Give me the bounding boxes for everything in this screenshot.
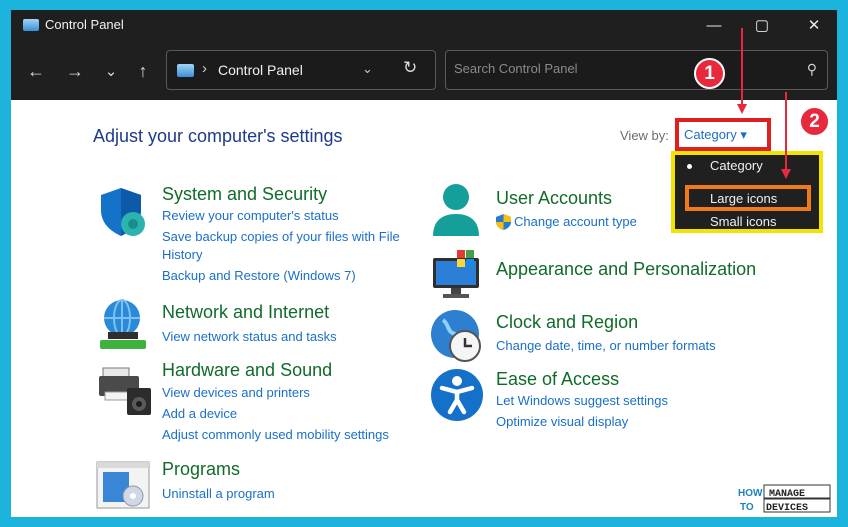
window-title: Control Panel — [45, 17, 124, 32]
shield-icon[interactable] — [97, 186, 149, 238]
search-input[interactable] — [454, 61, 774, 76]
link-mobility-settings[interactable]: Adjust commonly used mobility settings — [162, 427, 389, 442]
category-title-appearance-personalization[interactable]: Appearance and Personalization — [496, 259, 756, 280]
link-save-backup[interactable]: Save backup copies of your files with Fi… — [162, 229, 400, 244]
category-title-hardware-and-sound[interactable]: Hardware and Sound — [162, 360, 332, 381]
view-by-menu: Category Large icons Small icons — [671, 151, 823, 233]
svg-text:TO: TO — [740, 502, 754, 513]
menu-item-category[interactable]: Category — [675, 158, 819, 173]
category-title-ease-of-access[interactable]: Ease of Access — [496, 369, 619, 390]
close-button[interactable]: ✕ — [791, 10, 837, 40]
menu-item-large-icons[interactable]: Large icons — [675, 191, 819, 206]
link-optimize-display[interactable]: Optimize visual display — [496, 414, 628, 429]
link-backup-restore[interactable]: Backup and Restore (Windows 7) — [162, 268, 356, 283]
search-box[interactable]: ⚲ — [445, 50, 828, 90]
svg-text:HOW: HOW — [738, 488, 763, 499]
uac-shield-icon — [496, 214, 511, 230]
annotation-badge-1: 1 — [694, 58, 725, 89]
control-panel-app-icon — [23, 19, 39, 31]
back-arrow-icon[interactable]: ← — [23, 58, 49, 84]
annotation-arrowhead-1 — [737, 104, 747, 114]
printer-speaker-icon[interactable] — [97, 366, 153, 416]
breadcrumb-separator-icon: › — [202, 60, 207, 77]
category-title-user-accounts[interactable]: User Accounts — [496, 188, 612, 209]
view-by-dropdown[interactable]: Category ▾ — [675, 118, 771, 151]
up-arrow-icon[interactable]: ↑ — [130, 58, 156, 84]
globe-clock-icon[interactable] — [429, 308, 485, 364]
category-title-clock-and-region[interactable]: Clock and Region — [496, 312, 638, 333]
svg-text:MANAGE: MANAGE — [769, 489, 805, 500]
link-view-devices-printers[interactable]: View devices and printers — [162, 385, 310, 400]
menu-item-small-icons[interactable]: Small icons — [675, 214, 819, 229]
link-change-date-formats[interactable]: Change date, time, or number formats — [496, 338, 716, 353]
annotation-arrowhead-2 — [781, 169, 791, 179]
breadcrumb-control-panel[interactable]: Control Panel — [218, 62, 303, 78]
minimize-button[interactable]: — — [691, 10, 737, 40]
annotation-arrow-1 — [741, 28, 743, 106]
programs-disc-icon[interactable] — [95, 460, 151, 510]
link-change-account-type[interactable]: Change account type — [514, 214, 637, 229]
how-to-manage-devices-logo: HOW TO MANAGE DEVICES — [738, 484, 831, 514]
link-save-backup-history[interactable]: History — [162, 247, 202, 262]
control-panel-window: Control Panel — ▢ ✕ ← → ⌄ ↑ › Control Pa… — [11, 10, 837, 517]
page-title: Adjust your computer's settings — [93, 126, 343, 146]
control-panel-icon — [177, 64, 194, 77]
monitor-palette-icon[interactable] — [431, 250, 485, 300]
link-view-network-status[interactable]: View network status and tasks — [162, 329, 337, 344]
category-title-network-and-internet[interactable]: Network and Internet — [162, 302, 329, 323]
link-add-device[interactable]: Add a device — [162, 406, 237, 421]
link-review-status[interactable]: Review your computer's status — [162, 208, 339, 223]
search-icon[interactable]: ⚲ — [807, 61, 817, 78]
address-dropdown-chevron-icon[interactable]: ⌄ — [362, 61, 373, 77]
recent-locations-chevron-icon[interactable]: ⌄ — [98, 58, 124, 84]
annotation-arrow-2 — [785, 92, 787, 170]
address-bar[interactable]: › Control Panel ⌄ ↻ — [166, 50, 436, 90]
category-title-system-and-security[interactable]: System and Security — [162, 184, 327, 205]
category-title-programs[interactable]: Programs — [162, 459, 240, 480]
forward-arrow-icon[interactable]: → — [62, 58, 88, 84]
accessibility-icon[interactable] — [430, 368, 484, 422]
globe-network-icon[interactable] — [96, 298, 150, 352]
link-suggest-settings[interactable]: Let Windows suggest settings — [496, 393, 668, 408]
svg-text:DEVICES: DEVICES — [766, 503, 808, 514]
refresh-icon[interactable]: ↻ — [403, 58, 417, 78]
user-icon[interactable] — [429, 182, 483, 238]
title-bar: Control Panel — ▢ ✕ — [11, 10, 837, 40]
link-uninstall-program[interactable]: Uninstall a program — [162, 486, 275, 501]
annotation-badge-2: 2 — [799, 106, 830, 137]
view-by-label: View by: — [620, 128, 669, 143]
maximize-button[interactable]: ▢ — [739, 10, 785, 40]
